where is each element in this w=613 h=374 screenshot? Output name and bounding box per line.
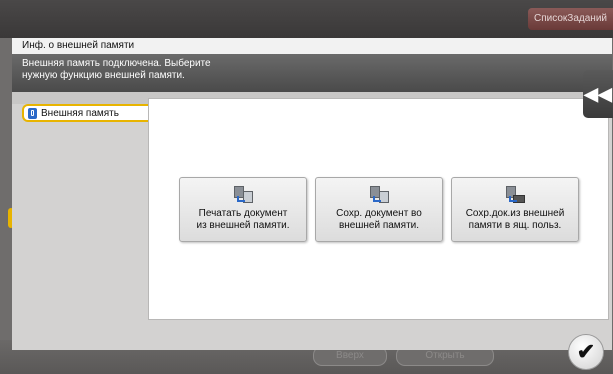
save-to-box-button[interactable]: Сохр.док.из внешней памяти в ящ. польз. <box>451 177 579 242</box>
tab-external-memory[interactable]: Внешняя память <box>22 104 152 122</box>
dialog-title: Инф. о внешней памяти <box>12 38 612 54</box>
print-from-usb-icon <box>234 186 253 203</box>
save-to-box-icon <box>506 186 525 203</box>
ok-button[interactable]: ✔ <box>568 334 604 370</box>
job-list-button[interactable]: СписокЗаданий <box>528 8 613 30</box>
collapse-panel-button[interactable]: ◀◀ <box>583 70 613 118</box>
print-from-memory-label-2: из внешней памяти. <box>196 220 290 231</box>
usb-icon <box>28 107 37 119</box>
dialog-message-line1: Внешняя память подключена. Выберите <box>22 58 211 69</box>
print-from-memory-label-1: Печатать документ <box>198 208 288 219</box>
save-to-memory-label-1: Сохр. документ во <box>336 208 422 219</box>
print-from-memory-button[interactable]: Печатать документ из внешней памяти. <box>179 177 307 242</box>
save-to-box-label-2: памяти в ящ. польз. <box>468 220 562 231</box>
tab-external-memory-label: Внешняя память <box>41 107 119 119</box>
dialog-message: Внешняя память подключена. Выберите нужн… <box>12 54 612 92</box>
dialog-message-line2: нужную функцию внешней памяти. <box>22 70 185 81</box>
function-content-area: Печатать документ из внешней памяти. Сох… <box>148 98 609 320</box>
save-to-memory-button[interactable]: Сохр. документ во внешней памяти. <box>315 177 443 242</box>
save-to-usb-icon <box>370 186 389 203</box>
save-to-memory-label-2: внешней памяти. <box>338 220 420 231</box>
external-memory-dialog: Инф. о внешней памяти Внешняя память под… <box>12 38 612 350</box>
top-strip: СписокЗаданий <box>0 0 613 38</box>
save-to-box-label-1: Сохр.док.из внешней <box>465 208 565 219</box>
